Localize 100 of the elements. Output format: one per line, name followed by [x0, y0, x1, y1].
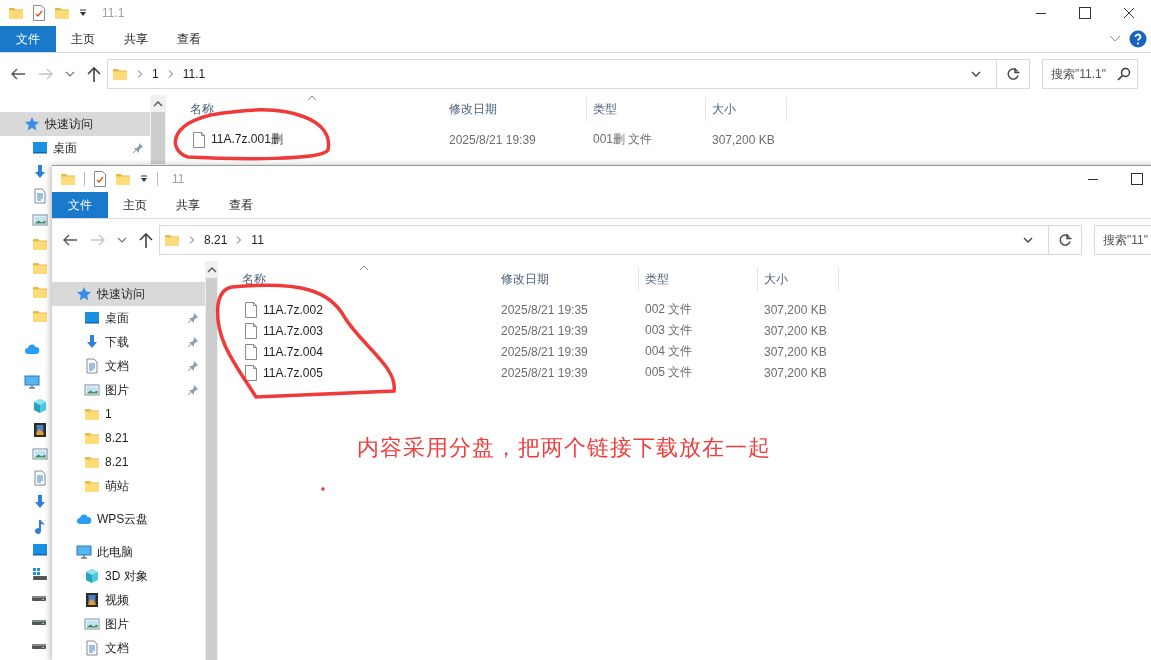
column-header[interactable]: 大小	[706, 97, 787, 121]
ribbon-tab[interactable]: 共享	[109, 26, 162, 52]
drive-icon	[32, 643, 46, 649]
maximize-button[interactable]	[1079, 7, 1091, 19]
file-name[interactable]: 11A.7z.003	[263, 323, 323, 338]
file-icon	[192, 131, 206, 148]
film-icon	[32, 422, 48, 438]
up-button[interactable]	[87, 66, 102, 82]
scrollbar-thumb[interactable]	[206, 278, 217, 660]
column-header[interactable]: 类型	[587, 97, 706, 121]
folder-icon	[54, 5, 70, 21]
ribbon-tab[interactable]: 共享	[161, 192, 214, 218]
back-button[interactable]	[9, 67, 26, 81]
sort-caret-icon	[359, 265, 369, 271]
nav-item[interactable]: 图片	[52, 612, 205, 636]
nav-item[interactable]: 桌面	[52, 306, 205, 330]
column-header[interactable]: 大小	[758, 267, 839, 291]
help-icon[interactable]	[1129, 30, 1147, 48]
pin-icon	[187, 360, 199, 372]
modified-date: 2025/8/21 19:39	[500, 344, 589, 359]
drive-icon	[32, 566, 48, 582]
monitor-icon	[32, 140, 48, 156]
picture-icon	[32, 212, 48, 228]
refresh-button[interactable]	[1058, 233, 1072, 247]
scrollbar-thumb[interactable]	[151, 112, 165, 164]
nav-item[interactable]: 视频	[52, 588, 205, 612]
file-type: 001删 文件	[592, 131, 654, 148]
folder-icon	[112, 66, 128, 82]
annotation-note: 内容采用分盘，把两个链接下载放在一起	[357, 434, 771, 462]
column-header[interactable]: 类型	[639, 267, 758, 291]
chevron-icon	[235, 235, 244, 245]
breadcrumb-item[interactable]: 1	[152, 67, 159, 81]
recent-locations-button[interactable]	[65, 70, 76, 78]
address-bar[interactable]: 1 11.1	[107, 59, 1030, 89]
folder-icon	[164, 232, 180, 248]
monitor-icon	[84, 310, 100, 326]
ribbon-tab[interactable]: 文件	[52, 192, 108, 218]
column-header[interactable]: 名称	[218, 267, 495, 291]
ribbon-tab[interactable]: 主页	[108, 192, 161, 218]
nav-item[interactable]: 3D 对象	[52, 564, 205, 588]
nav-item[interactable]: 文档	[52, 354, 205, 378]
column-header[interactable]: 名称	[166, 97, 443, 121]
nav-item[interactable]: 桌面	[0, 136, 150, 160]
refresh-button[interactable]	[1006, 67, 1020, 81]
nav-item[interactable]: WPS云盘	[52, 507, 205, 531]
column-header[interactable]: 修改日期	[495, 267, 639, 291]
address-bar[interactable]: 8.21 11	[159, 225, 1082, 255]
star-icon	[76, 286, 92, 302]
ribbon-tab[interactable]: 查看	[162, 26, 215, 52]
window-title: 11	[172, 172, 185, 186]
file-type: 002 文件	[644, 301, 694, 318]
ribbon-tab[interactable]: 查看	[214, 192, 267, 218]
scrollbar[interactable]	[205, 261, 218, 660]
file-name[interactable]: 11A.7z.004	[263, 344, 323, 359]
column-header[interactable]: 修改日期	[443, 97, 587, 121]
nav-item[interactable]: 下载	[52, 330, 205, 354]
nav-item[interactable]: 快速访问	[0, 112, 150, 136]
folder-icon	[32, 260, 48, 276]
picture-icon	[84, 382, 100, 398]
dropdown-icon[interactable]	[78, 8, 88, 18]
file-icon	[244, 301, 258, 318]
document-icon	[32, 188, 48, 204]
ribbon-tab[interactable]: 文件	[0, 26, 56, 52]
nav-item[interactable]: 1	[52, 402, 205, 426]
recent-locations-button[interactable]	[117, 236, 128, 244]
star-icon	[24, 116, 40, 132]
picture-icon	[32, 446, 48, 462]
back-button[interactable]	[61, 233, 78, 247]
film-icon	[84, 592, 100, 608]
breadcrumb-item[interactable]: 11.1	[182, 67, 206, 81]
nav-item[interactable]: 文档	[52, 636, 205, 660]
search-field[interactable]: 搜索"11.1"	[1042, 59, 1138, 89]
search-field[interactable]: 搜索"11"	[1094, 225, 1151, 255]
nav-item[interactable]: 8.21	[52, 450, 205, 474]
chevron-icon	[136, 69, 144, 79]
expand-ribbon-icon[interactable]	[1109, 35, 1121, 43]
picture-icon	[84, 616, 100, 632]
breadcrumb-item[interactable]: 8.21	[204, 233, 228, 247]
nav-item[interactable]: 图片	[52, 378, 205, 402]
up-button[interactable]	[139, 232, 154, 248]
nav-item[interactable]: 此电脑	[52, 540, 205, 564]
scrollbar[interactable]	[150, 95, 166, 164]
file-name[interactable]: 11A.7z.005	[263, 365, 323, 380]
chevron-icon	[166, 69, 175, 79]
scroll-up-icon[interactable]	[206, 266, 217, 273]
file-name[interactable]: 11A.7z.002	[263, 302, 323, 317]
ribbon-tab[interactable]: 主页	[56, 26, 109, 52]
file-size: 307,200 KB	[711, 132, 776, 147]
folder-icon	[8, 5, 24, 21]
breadcrumb-item[interactable]: 11	[251, 233, 264, 247]
scroll-up-icon[interactable]	[153, 100, 163, 107]
nav-item[interactable]: 8.21	[52, 426, 205, 450]
nav-item[interactable]: 快速访问	[52, 282, 205, 306]
dropdown-icon[interactable]	[139, 174, 149, 184]
close-button[interactable]	[1123, 7, 1135, 19]
nav-item[interactable]: 萌站	[52, 474, 205, 498]
maximize-button[interactable]	[1131, 173, 1143, 185]
computer-icon	[76, 544, 92, 560]
file-name[interactable]: 11A.7z.001删	[211, 131, 283, 148]
document-icon	[84, 358, 100, 374]
